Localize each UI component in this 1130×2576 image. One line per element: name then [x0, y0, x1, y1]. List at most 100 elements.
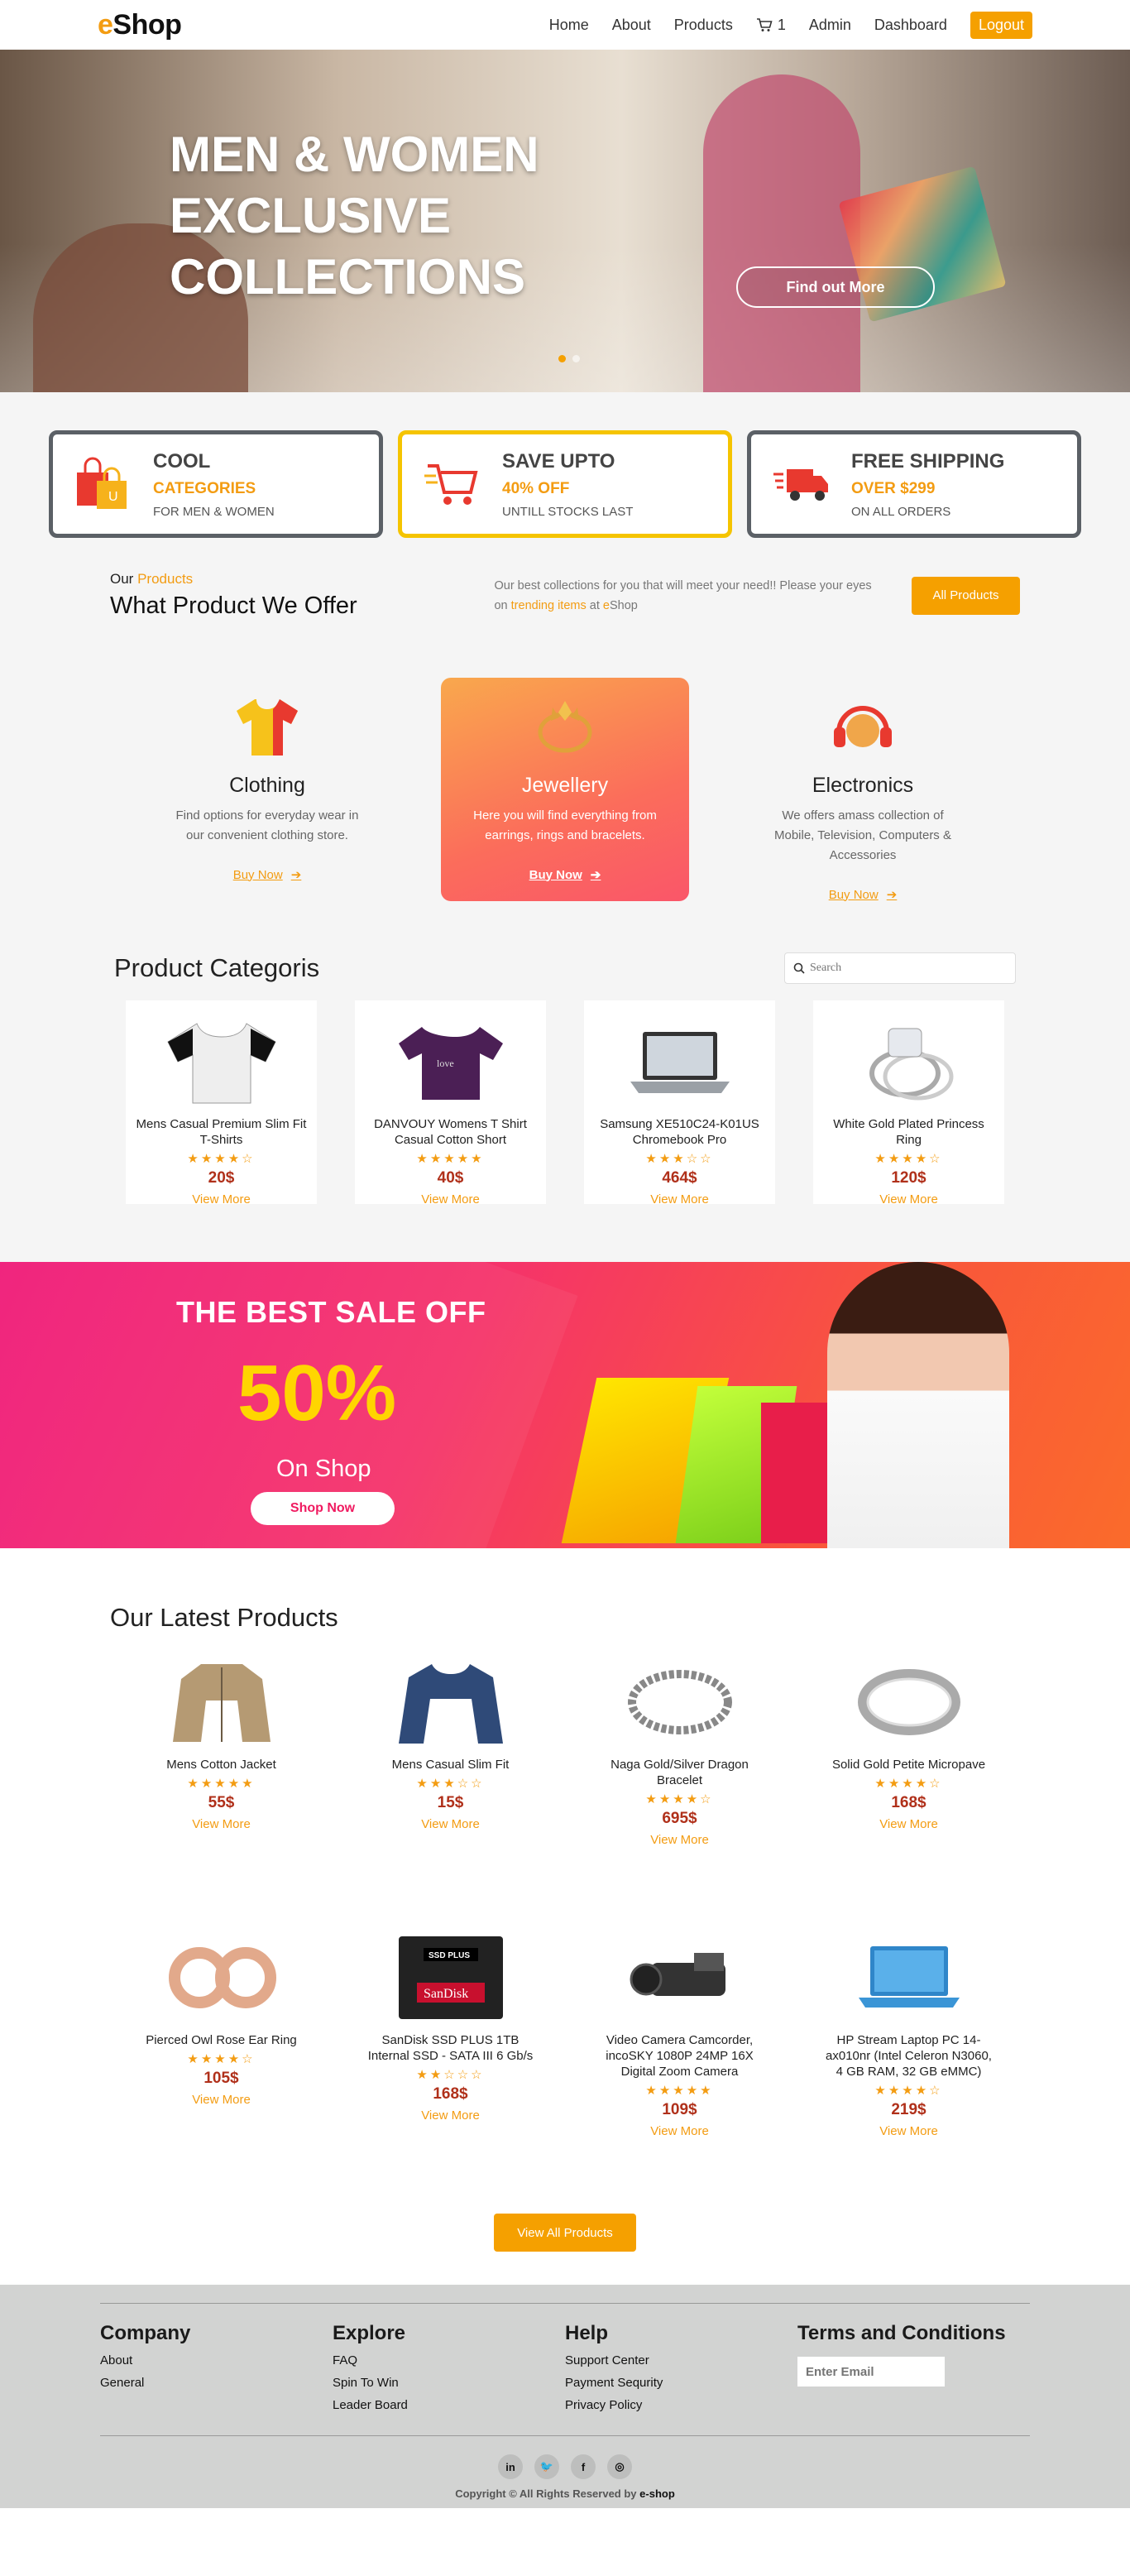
offer-header: Our Products What Product We Offer Our b… [110, 571, 1020, 620]
footer-link[interactable]: Leader Board [333, 2398, 565, 2412]
view-more-link[interactable]: View More [650, 2124, 709, 2138]
svg-text:SanDisk: SanDisk [424, 1987, 468, 2001]
cart-count: 1 [777, 16, 786, 33]
svg-text:SSD PLUS: SSD PLUS [429, 1951, 470, 1960]
product-card: White Gold Plated Princess Ring ★★★★☆ 12… [813, 1000, 1004, 1206]
category-desc: We offers amass collection of Mobile, Te… [774, 808, 951, 862]
latest-products-grid: Mens Cotton Jacket ★★★★★ 55$ View More M… [0, 1649, 1130, 2200]
nav-cart[interactable]: 1 [756, 17, 786, 34]
nav-home[interactable]: Home [549, 17, 589, 34]
tshirt-image [160, 1015, 284, 1106]
email-field[interactable] [797, 2357, 945, 2387]
product-price: 219$ [891, 2101, 927, 2118]
view-more-link[interactable]: View More [421, 1192, 480, 1206]
section-description: Our best collections for you that will m… [494, 578, 872, 612]
logout-button[interactable]: Logout [970, 11, 1032, 39]
gold-ring-image [847, 1659, 971, 1745]
ssd-image: SSD PLUS SanDisk [389, 1935, 513, 2021]
laptop-image [618, 1015, 742, 1106]
feature-sub: FOR MEN & WOMEN [153, 504, 275, 519]
rating-stars: ★★★★☆ [874, 1777, 943, 1791]
instagram-icon[interactable]: ◎ [607, 2454, 632, 2479]
footer-link[interactable]: Support Center [565, 2353, 797, 2367]
product-name: Naga Gold/Silver Dragon Bracelet [610, 1758, 749, 1787]
product-name: Mens Casual Slim Fit [391, 1758, 510, 1772]
feature-categories: U COOL CATEGORIES FOR MEN & WOMEN [49, 430, 383, 538]
linkedin-icon[interactable]: in [498, 2454, 523, 2479]
feature-highlight: 40% OFF [502, 479, 570, 497]
buy-now-link[interactable]: Buy Now ➔ [529, 867, 601, 883]
product-name: Mens Cotton Jacket [166, 1758, 276, 1772]
facebook-icon[interactable]: f [571, 2454, 596, 2479]
footer-link[interactable]: FAQ [333, 2353, 565, 2367]
nav-menu: Home About Products 1 Admin Dashboard Lo… [549, 11, 1032, 39]
carousel-indicators [558, 355, 580, 362]
footer-link[interactable]: Privacy Policy [565, 2398, 797, 2412]
footer-heading: Terms and Conditions [797, 2322, 1006, 2344]
hero-woman-image [703, 74, 860, 392]
truck-icon [772, 454, 831, 514]
view-all-products-button[interactable]: View All Products [494, 2214, 636, 2252]
category-clothing: Clothing Find options for everyday wear … [143, 678, 391, 901]
product-category-grid: Mens Casual Premium Slim Fit T-Shirts ★★… [0, 1000, 1130, 1206]
footer-link[interactable]: About [100, 2353, 333, 2367]
footer-col-company: Company About General [100, 2322, 333, 2412]
nav-products[interactable]: Products [674, 17, 733, 34]
carousel-dot[interactable] [572, 355, 580, 362]
search-input[interactable] [810, 962, 992, 975]
footer-columns: Company About General Explore FAQ Spin T… [100, 2322, 1030, 2412]
nav-about[interactable]: About [612, 17, 651, 34]
footer-col-explore: Explore FAQ Spin To Win Leader Board [333, 2322, 565, 2412]
all-products-button[interactable]: All Products [911, 576, 1020, 615]
feature-save: SAVE UPTO 40% OFF UNTILL STOCKS LAST [398, 430, 732, 538]
ring-image [847, 1015, 971, 1106]
twitter-icon[interactable]: 🐦 [534, 2454, 559, 2479]
nav-dashboard[interactable]: Dashboard [874, 17, 947, 34]
rating-stars: ★★★☆☆ [645, 1152, 714, 1166]
nav-admin[interactable]: Admin [809, 17, 851, 34]
view-more-link[interactable]: View More [650, 1833, 709, 1847]
product-price: 40$ [437, 1169, 464, 1187]
footer-link[interactable]: General [100, 2376, 333, 2390]
product-price: 168$ [433, 2085, 468, 2103]
ear-ring-image [160, 1935, 284, 2021]
product-card: Samsung XE510C24-K01US Chromebook Pro ★★… [584, 1000, 775, 1206]
view-more-link[interactable]: View More [879, 1817, 938, 1831]
hero-banner: MEN & WOMEN EXCLUSIVE COLLECTIONS Find o… [0, 50, 1130, 392]
footer-link[interactable]: Payment Sequrity [565, 2376, 797, 2390]
view-more-link[interactable]: View More [879, 2124, 938, 2138]
shop-now-button[interactable]: Shop Now [251, 1492, 395, 1525]
view-more-link[interactable]: View More [192, 1817, 251, 1831]
feature-highlight: OVER $299 [851, 479, 936, 497]
buy-now-link[interactable]: Buy Now ➔ [829, 887, 898, 903]
footer-link[interactable]: Spin To Win [333, 2376, 565, 2390]
feature-boxes: U COOL CATEGORIES FOR MEN & WOMEN SAVE U… [49, 392, 1081, 538]
trending-items-link[interactable]: trending items [511, 599, 587, 612]
product-name: Mens Casual Premium Slim Fit T-Shirts [136, 1117, 307, 1147]
view-more-link[interactable]: View More [421, 2108, 480, 2123]
rating-stars: ★★★★★ [416, 1152, 485, 1166]
cart-icon [756, 18, 773, 31]
navbar: eShop Home About Products 1 Admin Dashbo… [0, 0, 1130, 50]
sale-banner: THE BEST SALE OFF 50% On Shop Shop Now [0, 1262, 1130, 1548]
product-name: HP Stream Laptop PC 14-ax010nr (Intel Ce… [826, 2033, 992, 2079]
cart-icon [423, 454, 482, 514]
product-price: 120$ [891, 1169, 927, 1187]
view-more-link[interactable]: View More [192, 2093, 251, 2107]
find-out-more-button[interactable]: Find out More [736, 266, 935, 308]
latest-products-section: Our Latest Products Mens Cotton Jacket ★… [0, 1548, 1130, 2285]
arrow-right-icon: ➔ [886, 888, 898, 902]
view-more-link[interactable]: View More [421, 1817, 480, 1831]
carousel-dot[interactable] [558, 355, 566, 362]
logo[interactable]: eShop [98, 9, 182, 41]
slim-fit-shirt-image [389, 1659, 513, 1745]
rating-stars: ★★★★☆ [874, 1152, 943, 1166]
product-card: HP Stream Laptop PC 14-ax010nr (Intel Ce… [813, 1925, 1004, 2200]
view-more-link[interactable]: View More [192, 1192, 251, 1206]
view-more-link[interactable]: View More [879, 1192, 938, 1206]
buy-now-link[interactable]: Buy Now ➔ [233, 867, 302, 883]
view-more-link[interactable]: View More [650, 1192, 709, 1206]
sale-model-image [827, 1262, 1009, 1548]
feature-title: SAVE UPTO [502, 449, 615, 473]
product-card: Video Camera Camcorder, incoSKY 1080P 24… [584, 1925, 775, 2200]
